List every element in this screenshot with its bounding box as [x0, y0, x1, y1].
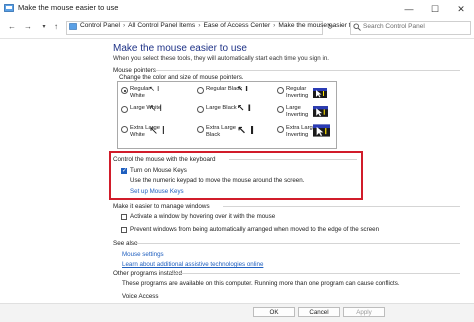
- breadcrumb-separator: ›: [122, 22, 126, 29]
- pointer-scheme-radio[interactable]: [277, 126, 284, 133]
- up-button[interactable]: ↑: [50, 21, 62, 33]
- keyboard-section-header: Control the mouse with the keyboard: [113, 156, 216, 163]
- pointer-scheme-label-line: White: [130, 92, 145, 99]
- search-placeholder: Search Control Panel: [363, 22, 425, 30]
- section-divider: [170, 273, 460, 274]
- pointer-scheme-label-line: Extra Large: [206, 125, 236, 131]
- pointer-scheme-radio[interactable]: [277, 106, 284, 113]
- voice-access-item[interactable]: Voice Access: [122, 293, 158, 300]
- section-divider: [229, 159, 357, 160]
- pointer-scheme-label-line: Regular: [130, 86, 151, 92]
- inverting-pointer-icon: [313, 85, 327, 98]
- pointer-scheme-label[interactable]: Large Black: [206, 105, 237, 112]
- pointer-scheme-radio[interactable]: [121, 87, 128, 94]
- pointer-scheme-label-line: Black: [206, 131, 221, 138]
- other-programs-description: These programs are available on this com…: [122, 280, 400, 287]
- pointer-preview-icon: ↖ I: [237, 85, 248, 93]
- pointer-scheme-label-line: Inverting: [286, 92, 309, 99]
- cancel-button[interactable]: Cancel: [298, 307, 340, 317]
- pointer-scheme-label-line: Large Black: [206, 105, 237, 111]
- mouse-pointers-description: Change the color and size of mouse point…: [119, 74, 244, 81]
- assistive-tech-link[interactable]: Learn about additional assistive technol…: [122, 261, 263, 268]
- minimize-button[interactable]: —: [396, 0, 422, 18]
- forward-button[interactable]: →: [22, 21, 34, 33]
- pointer-scheme-radio[interactable]: [121, 106, 128, 113]
- prevent-arrange-checkbox[interactable]: [121, 227, 127, 233]
- page-subtitle: When you select these tools, they will a…: [113, 55, 329, 62]
- section-divider: [135, 243, 460, 244]
- pointer-scheme-radio[interactable]: [277, 87, 284, 94]
- pointer-scheme-radio[interactable]: [197, 106, 204, 113]
- setup-mouse-keys-link[interactable]: Set up Mouse Keys: [130, 188, 184, 195]
- inverting-pointer-icon: [313, 124, 330, 137]
- apply-button[interactable]: Apply: [343, 307, 385, 317]
- pointer-scheme-label[interactable]: Extra Large Inverting: [286, 125, 316, 138]
- pointer-scheme-label-line: Regular: [286, 86, 307, 92]
- breadcrumb-control-panel[interactable]: Control Panel: [80, 22, 120, 29]
- page-title: Make the mouse easier to use: [113, 43, 247, 54]
- mouse-keys-description: Use the numeric keypad to move the mouse…: [130, 177, 305, 184]
- pointer-scheme-radio[interactable]: [121, 126, 128, 133]
- pointer-scheme-label-line: Extra Large: [286, 125, 316, 131]
- mouse-keys-label[interactable]: Turn on Mouse Keys: [130, 167, 187, 174]
- dialog-button-bar: [0, 303, 474, 322]
- pointer-scheme-label[interactable]: Extra Large Black: [206, 125, 236, 138]
- pointer-preview-icon: ↖ I: [149, 85, 160, 93]
- mouse-pointers-header: Mouse pointers: [113, 67, 157, 74]
- pointer-preview-icon: ↖ I: [149, 124, 165, 137]
- hover-activate-checkbox[interactable]: [121, 214, 127, 220]
- hover-activate-label[interactable]: Activate a window by hovering over it wi…: [130, 213, 275, 220]
- windows-section-header: Make it easier to manage windows: [113, 203, 210, 210]
- ok-button[interactable]: OK: [253, 307, 295, 317]
- breadcrumb-ease-of-access[interactable]: Ease of Access Center: [203, 22, 270, 29]
- pointer-scheme-label-line: Inverting: [286, 131, 309, 138]
- mouse-settings-link[interactable]: Mouse settings: [122, 251, 164, 258]
- prevent-arrange-label[interactable]: Prevent windows from being automatically…: [130, 226, 379, 233]
- window-title: Make the mouse easier to use: [18, 3, 119, 12]
- recent-locations-icon[interactable]: ▾: [38, 21, 50, 33]
- pointer-scheme-radio[interactable]: [197, 126, 204, 133]
- section-divider: [223, 206, 460, 207]
- control-panel-small-icon: [69, 23, 77, 30]
- pointer-scheme-label[interactable]: Regular Inverting: [286, 86, 308, 99]
- search-icon: [353, 23, 361, 31]
- back-button[interactable]: ←: [6, 21, 18, 33]
- inverting-pointer-icon: [313, 104, 328, 117]
- close-button[interactable]: ✕: [448, 0, 474, 18]
- pointer-preview-icon: ↖ I: [149, 104, 163, 114]
- pointer-scheme-label-line: Inverting: [286, 111, 309, 118]
- breadcrumb-all-items[interactable]: All Control Panel Items: [128, 22, 195, 29]
- pointer-scheme-label[interactable]: Regular White: [130, 86, 150, 99]
- see-also-header: See also: [113, 240, 138, 247]
- maximize-button[interactable]: ☐: [422, 0, 448, 18]
- refresh-button[interactable]: ↻: [324, 21, 336, 33]
- pointer-preview-icon: ↖ I: [237, 124, 255, 137]
- pointer-scheme-radio[interactable]: [197, 87, 204, 94]
- pointer-preview-icon: ↖ I: [237, 104, 252, 114]
- pointer-scheme-label[interactable]: Large Inverting: [286, 105, 308, 118]
- mouse-keys-checkbox[interactable]: [121, 167, 127, 174]
- control-panel-icon: [4, 4, 14, 12]
- section-divider: [155, 70, 460, 71]
